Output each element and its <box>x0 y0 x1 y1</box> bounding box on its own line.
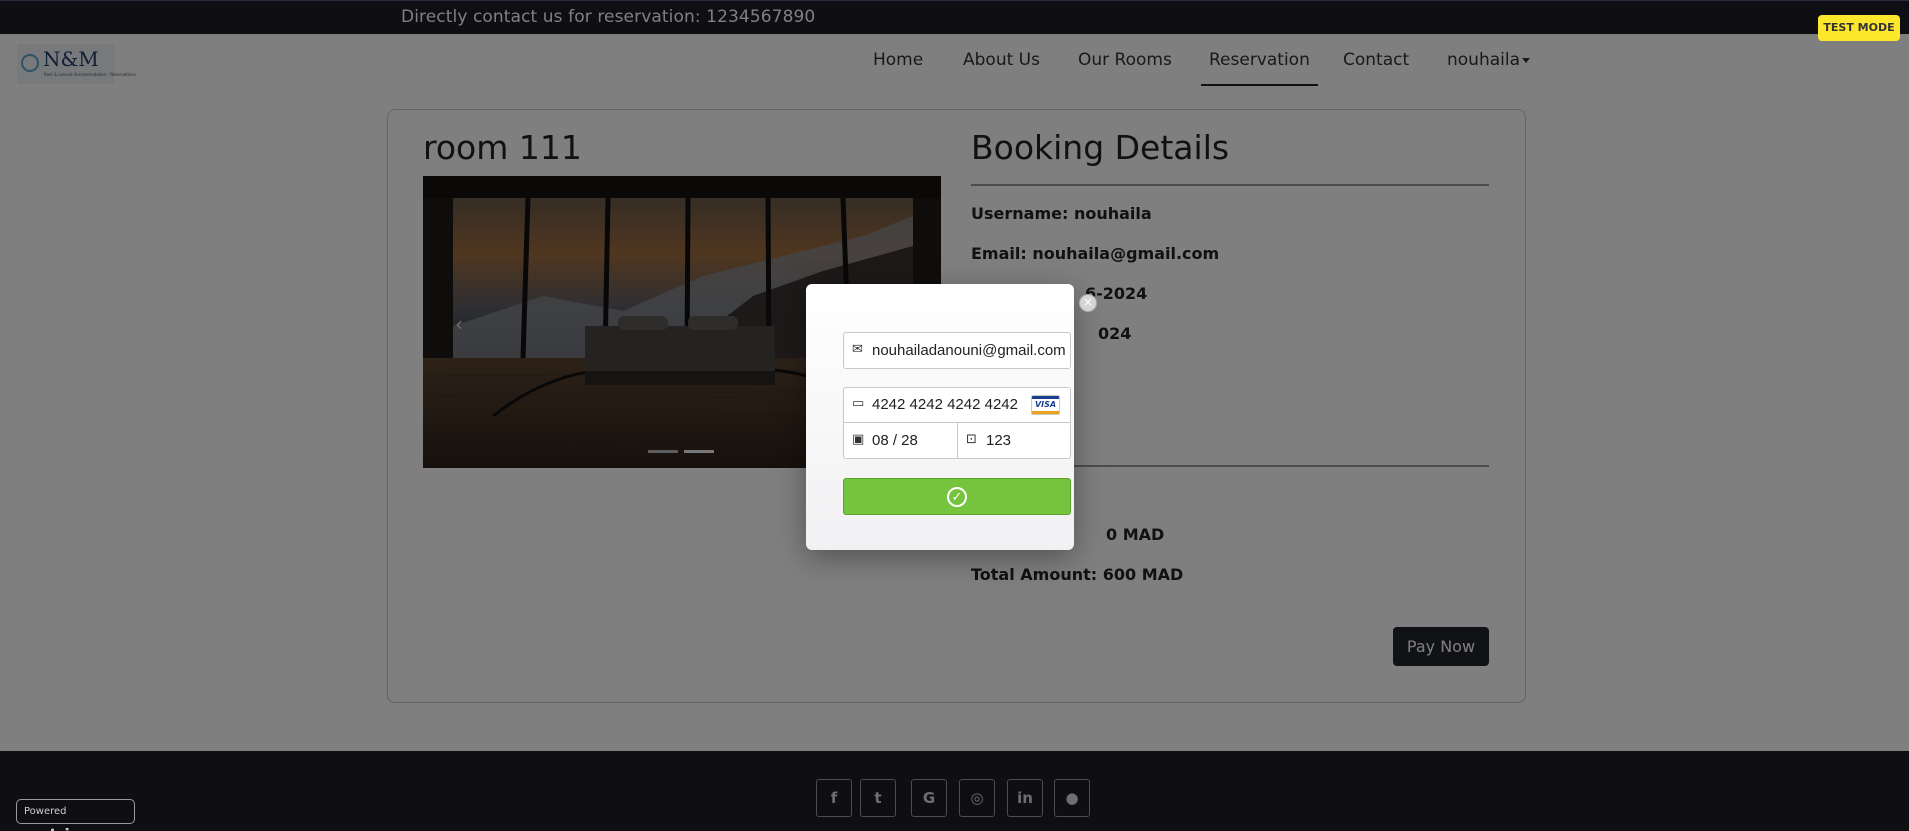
stripe-wordmark: stripe <box>40 825 91 831</box>
expiry-value: 08 / 28 <box>872 432 918 449</box>
expiry-field[interactable]: ▣ 08 / 28 <box>843 422 958 459</box>
credit-card-icon: ▭ <box>852 396 865 411</box>
cvc-value: 123 <box>986 432 1012 449</box>
email-field[interactable]: ✉ nouhailadanouni@gmail.com <box>843 332 1071 369</box>
calendar-icon: ▣ <box>852 432 865 447</box>
submit-payment-button[interactable]: ✓ <box>843 478 1071 515</box>
email-value: nouhailadanouni@gmail.com <box>872 342 1066 359</box>
cvc-field[interactable]: ⊡ 123 <box>957 422 1071 459</box>
close-icon[interactable]: × <box>1079 294 1097 312</box>
checkmark-icon: ✓ <box>947 487 967 507</box>
powered-by-stripe-badge[interactable]: Powered bystripe <box>16 799 135 831</box>
envelope-icon: ✉ <box>852 342 863 357</box>
card-number-value: 4242 4242 4242 4242 <box>872 396 1018 413</box>
visa-card-icon: VISA <box>1031 395 1060 415</box>
test-mode-badge: TEST MODE <box>1818 15 1900 41</box>
lock-icon: ⊡ <box>966 432 977 447</box>
